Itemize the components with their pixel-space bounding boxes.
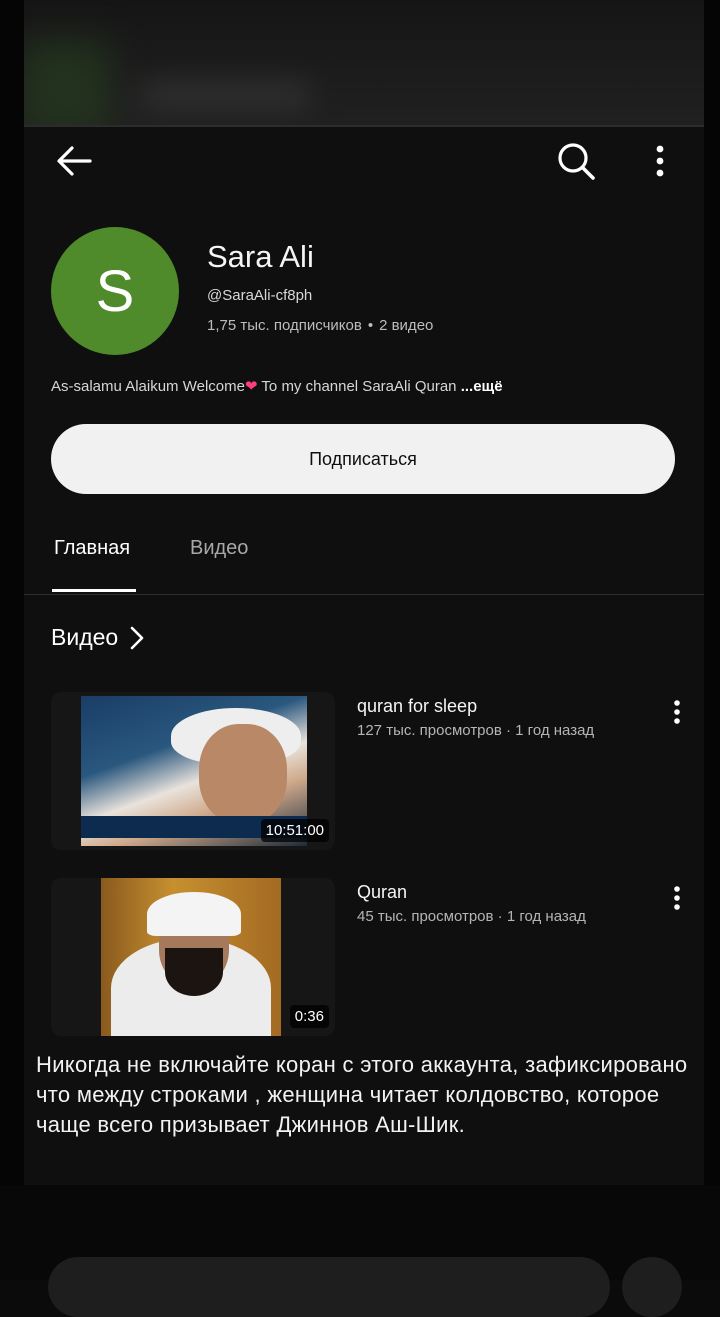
video-item[interactable]: 10:51:00 quran for sleep 127 тыс. просмо… [51,692,691,852]
description-text: As-salamu Alaikum Welcome [51,378,245,395]
search-icon [558,143,595,180]
video-more-button[interactable] [665,696,689,728]
video-duration: 10:51:00 [260,819,329,842]
tab-videos[interactable]: Видео [190,537,248,560]
image-shape [147,892,241,936]
video-title[interactable]: Quran [357,882,407,903]
left-border [0,0,24,1280]
image-shape [165,948,223,996]
video-meta: 45 тыс. просмотров · 1 год назад [357,908,586,925]
heart-icon: ❤ [244,378,258,395]
chevron-right-icon [130,626,144,649]
right-border [704,0,720,1280]
search-button[interactable] [552,137,600,185]
stats-separator: • [367,317,374,334]
channel-avatar[interactable]: S [51,227,179,355]
video-item[interactable]: 0:36 Quran 45 тыс. просмотров · 1 год на… [51,878,691,1038]
channel-description[interactable]: As-salamu Alaikum Welcome❤ To my channel… [51,377,503,395]
videos-section-header[interactable]: Видео [51,624,144,651]
bottom-bar [0,1185,720,1317]
channel-handle: @SaraAli-cf8ph [207,287,313,304]
section-title: Видео [51,624,119,650]
comment-input[interactable] [48,1257,610,1317]
blurred-top-area [0,0,720,135]
back-button[interactable] [52,139,96,183]
more-options-button[interactable] [642,137,678,185]
blurred-shape [20,40,110,135]
more-vert-icon [674,886,680,910]
image-shape [199,724,287,824]
subscribe-button[interactable]: Подписаться [51,424,675,494]
thumbnail-image [101,878,281,1036]
description-text-rest: To my channel SaraAli Quran [257,378,461,395]
like-button[interactable] [622,1257,682,1317]
video-more-button[interactable] [665,882,689,914]
video-title[interactable]: quran for sleep [357,696,477,717]
channel-tabs: Главная Видео [24,522,704,595]
more-vert-icon [656,145,664,177]
channel-screen: S Sara Ali @SaraAli-cf8ph 1,75 тыс. подп… [24,125,704,1187]
more-vert-icon [674,700,680,724]
channel-stats: 1,75 тыс. подписчиков • 2 видео [207,317,433,334]
video-thumbnail[interactable]: 10:51:00 [51,692,335,850]
back-arrow-icon [57,146,92,176]
tab-home[interactable]: Главная [54,537,130,560]
description-more-link[interactable]: ...ещё [461,378,503,395]
video-thumbnail[interactable]: 0:36 [51,878,335,1036]
overlay-caption: Никогда не включайте коран с этого аккау… [36,1052,688,1137]
subscriber-count: 1,75 тыс. подписчиков [207,317,362,334]
video-meta: 127 тыс. просмотров · 1 год назад [357,722,595,739]
active-tab-indicator [52,589,136,592]
channel-name: Sara Ali [207,239,314,274]
blurred-shape [140,80,310,110]
video-duration: 0:36 [289,1005,329,1028]
video-count: 2 видео [379,317,434,334]
